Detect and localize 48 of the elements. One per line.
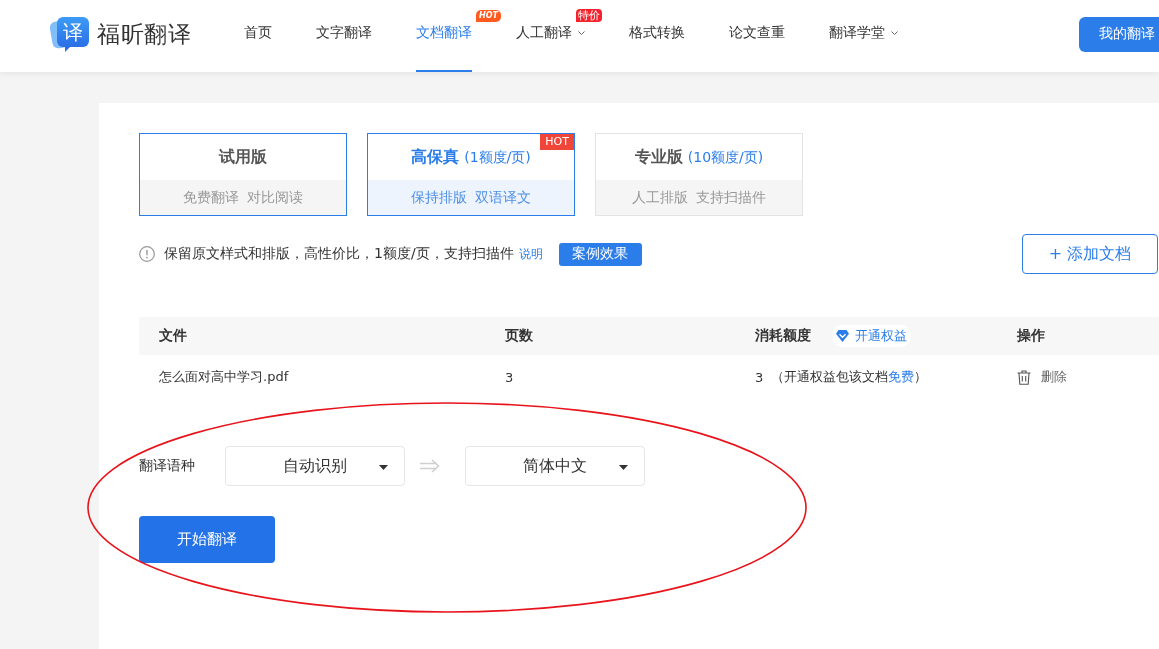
plan-feature: 免费翻译 <box>183 188 239 207</box>
target-language-select[interactable]: 简体中文 <box>465 446 645 486</box>
delete-button[interactable]: 删除 <box>1017 368 1067 386</box>
nav-badge: HOT <box>476 10 501 22</box>
plan-feature: 人工排版 <box>632 188 688 207</box>
free-link[interactable]: 免费 <box>888 369 915 384</box>
diamond-icon <box>836 330 849 342</box>
nav-link[interactable]: 论文查重 <box>729 0 785 72</box>
double-arrow-icon <box>420 459 440 473</box>
plan-feature: 双语译文 <box>475 188 531 207</box>
column-header: 操作 <box>1017 327 1045 345</box>
file-name-cell: 怎么面对高中学习.pdf <box>159 368 289 386</box>
caret-down-icon <box>379 465 388 470</box>
plan-feature: 保持排版 <box>411 188 467 207</box>
language-label: 翻译语种 <box>139 457 195 475</box>
plan-card[interactable]: 试用版 免费翻译 对比阅读 <box>139 133 347 216</box>
nav-link[interactable]: 格式转换 <box>629 0 685 72</box>
nav-link[interactable]: 首页 <box>244 0 272 72</box>
plan-feature: 支持扫描件 <box>696 188 766 207</box>
info-text: 保留原文样式和排版，高性价比，1额度/页，支持扫描件 说明 <box>164 245 543 263</box>
case-examples-button[interactable]: 案例效果 <box>558 242 642 266</box>
plan-feature: 对比阅读 <box>247 188 303 207</box>
page-count-cell: 3 <box>505 369 514 385</box>
add-document-button[interactable]: + 添加文档 <box>1022 234 1158 274</box>
nav-badge: 特价 <box>576 9 602 23</box>
nav-link[interactable]: 翻译学堂 <box>829 0 898 72</box>
cost-note: （开通权益包该文档免费） <box>771 368 928 386</box>
plan-title: 专业版 (10额度/页) <box>634 146 764 168</box>
logo-mark: 译 <box>48 15 90 53</box>
nav-link[interactable]: 文字翻译 <box>316 0 372 72</box>
caret-down-icon <box>619 465 628 470</box>
upgrade-link[interactable]: 开通权益 <box>832 325 911 347</box>
column-header: 文件 <box>159 327 187 345</box>
explain-link[interactable]: 说明 <box>518 247 543 261</box>
cost-value: 3 <box>755 369 764 385</box>
source-language-select[interactable]: 自动识别 <box>225 446 405 486</box>
plan-card[interactable]: 高保真 (1额度/页) 保持排版 双语译文 HOT <box>367 133 575 216</box>
my-translations-button[interactable]: 我的翻译 <box>1079 16 1159 52</box>
start-translation-button[interactable]: 开始翻译 <box>139 516 275 563</box>
plan-card[interactable]: 专业版 (10额度/页) 人工排版 支持扫描件 <box>595 133 803 216</box>
logo-text: 福昕翻译 <box>97 19 191 49</box>
plan-title: 高保真 (1额度/页) <box>411 146 531 168</box>
hot-badge: HOT <box>540 134 574 150</box>
plan-title: 试用版 <box>219 146 267 168</box>
column-header: 消耗额度 <box>755 327 811 345</box>
column-header: 页数 <box>505 327 533 345</box>
trash-icon <box>1017 369 1031 385</box>
info-icon <box>139 246 155 262</box>
